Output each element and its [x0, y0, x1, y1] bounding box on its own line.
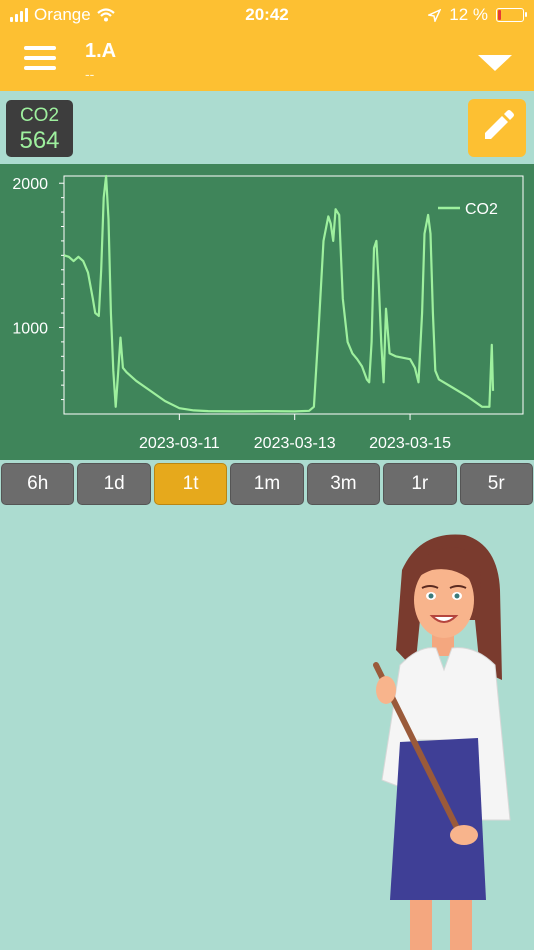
- page-title: 1.A: [85, 40, 117, 62]
- range-button-5r[interactable]: 5r: [459, 463, 533, 505]
- location-arrow-icon: [428, 8, 442, 22]
- range-button-1d[interactable]: 1d: [77, 463, 151, 505]
- x-tick-label: 2023-03-13: [254, 435, 336, 452]
- status-bar: Orange 20:42 12 %: [0, 0, 534, 30]
- x-tick-label: 2023-03-15: [369, 435, 451, 452]
- legend-label: CO2: [465, 201, 498, 218]
- co2-chart: 1000 2000 2023-03-11 2023-03-13 2023-03-15 CO…: [0, 164, 534, 460]
- range-button-1m[interactable]: 1m: [230, 463, 304, 505]
- app-header: 1.A --: [0, 30, 534, 91]
- status-right: 12 %: [428, 5, 527, 25]
- co2-series-line: [63, 174, 495, 413]
- range-button-1r[interactable]: 1r: [383, 463, 457, 505]
- chevron-down-icon[interactable]: [478, 55, 512, 71]
- pencil-icon: [485, 110, 514, 139]
- y-tick-label: 2000: [12, 176, 48, 193]
- co2-value: 564: [19, 127, 60, 154]
- battery-percent: 12 %: [449, 5, 488, 24]
- time-range-selector: 6h 1d 1t 1m 3m 1r 5r: [0, 463, 534, 506]
- range-button-3m[interactable]: 3m: [306, 463, 381, 505]
- page-subtitle: --: [85, 66, 95, 82]
- range-button-1t[interactable]: 1t: [153, 463, 228, 505]
- co2-badge: CO2 564: [6, 100, 73, 157]
- co2-label: CO2: [19, 105, 60, 126]
- battery-icon: [496, 8, 527, 22]
- teacher-illustration: [373, 534, 511, 950]
- edit-button[interactable]: [468, 99, 526, 157]
- y-tick-label: 1000: [12, 320, 48, 337]
- battery-level: [498, 10, 501, 20]
- hamburger-icon[interactable]: [24, 46, 56, 70]
- range-button-6h[interactable]: 6h: [1, 463, 75, 505]
- x-tick-label: 2023-03-11: [139, 435, 220, 452]
- co2-line-chart: 1000 2000 2023-03-11 2023-03-13 2023-03-15 CO…: [12, 174, 524, 452]
